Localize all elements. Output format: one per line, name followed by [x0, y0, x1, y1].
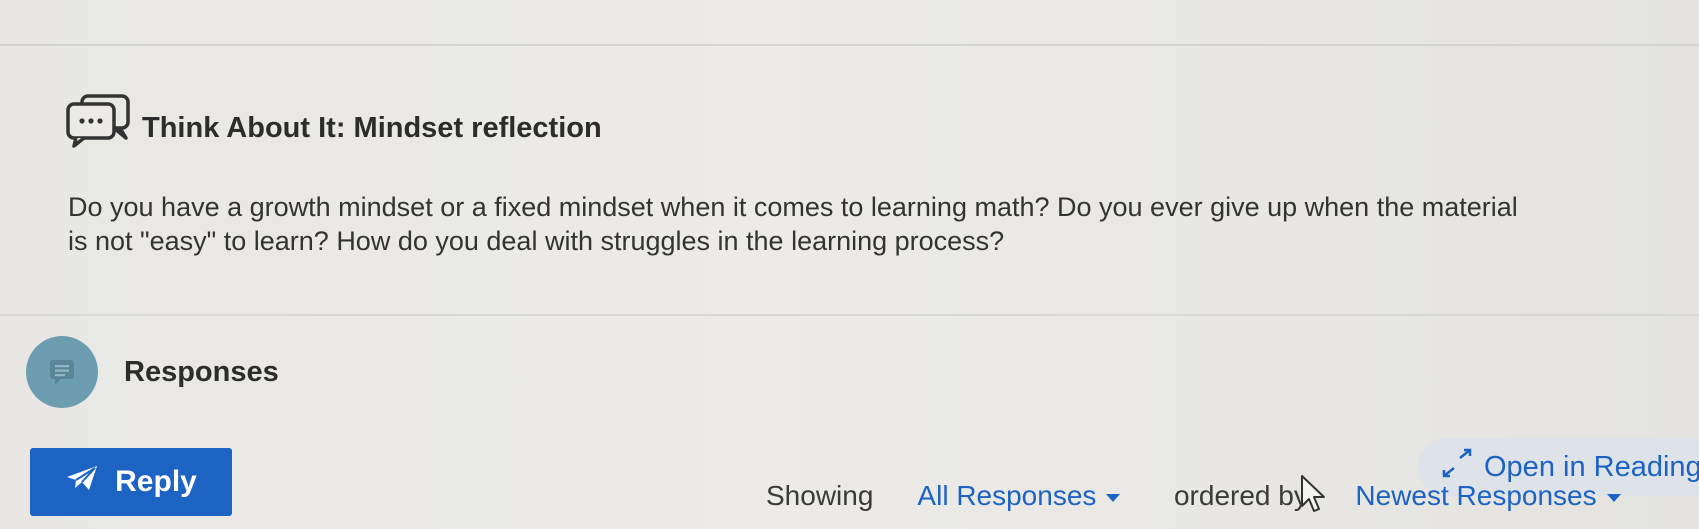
- reply-label: Reply: [115, 465, 197, 498]
- open-in-reading-label: Open in Reading: [1484, 450, 1699, 483]
- ordered-by-label: ordered by: [1173, 480, 1308, 511]
- discussion-screen: Think About It: Mindset reflection Do yo…: [0, 0, 1699, 529]
- section-divider: [0, 314, 1699, 316]
- responses-header: Responses: [26, 336, 279, 408]
- responses-heading: Responses: [124, 355, 279, 388]
- scope-value: All Responses: [917, 480, 1097, 511]
- scope-dropdown[interactable]: All Responses: [917, 480, 1121, 511]
- showing-label: Showing: [766, 480, 874, 511]
- chevron-down-icon: [1606, 493, 1621, 502]
- discussion-bubbles-icon: [64, 92, 134, 153]
- response-filter: Showing All Responses ordered by Newest …: [766, 480, 1621, 512]
- send-icon: [65, 464, 115, 500]
- reply-button[interactable]: Reply: [30, 448, 232, 516]
- discussion-title: Think About It: Mindset reflection: [142, 112, 602, 144]
- comment-icon: [26, 336, 98, 408]
- top-divider: [0, 0, 1699, 46]
- discussion-header: Think About It: Mindset reflection: [64, 92, 602, 153]
- order-value: Newest Responses: [1355, 480, 1597, 511]
- order-dropdown[interactable]: Newest Responses: [1355, 480, 1621, 511]
- mouse-pointer-icon: [1300, 474, 1330, 519]
- discussion-prompt: Do you have a growth mindset or a fixed …: [68, 192, 1518, 256]
- chevron-down-icon: [1106, 493, 1121, 502]
